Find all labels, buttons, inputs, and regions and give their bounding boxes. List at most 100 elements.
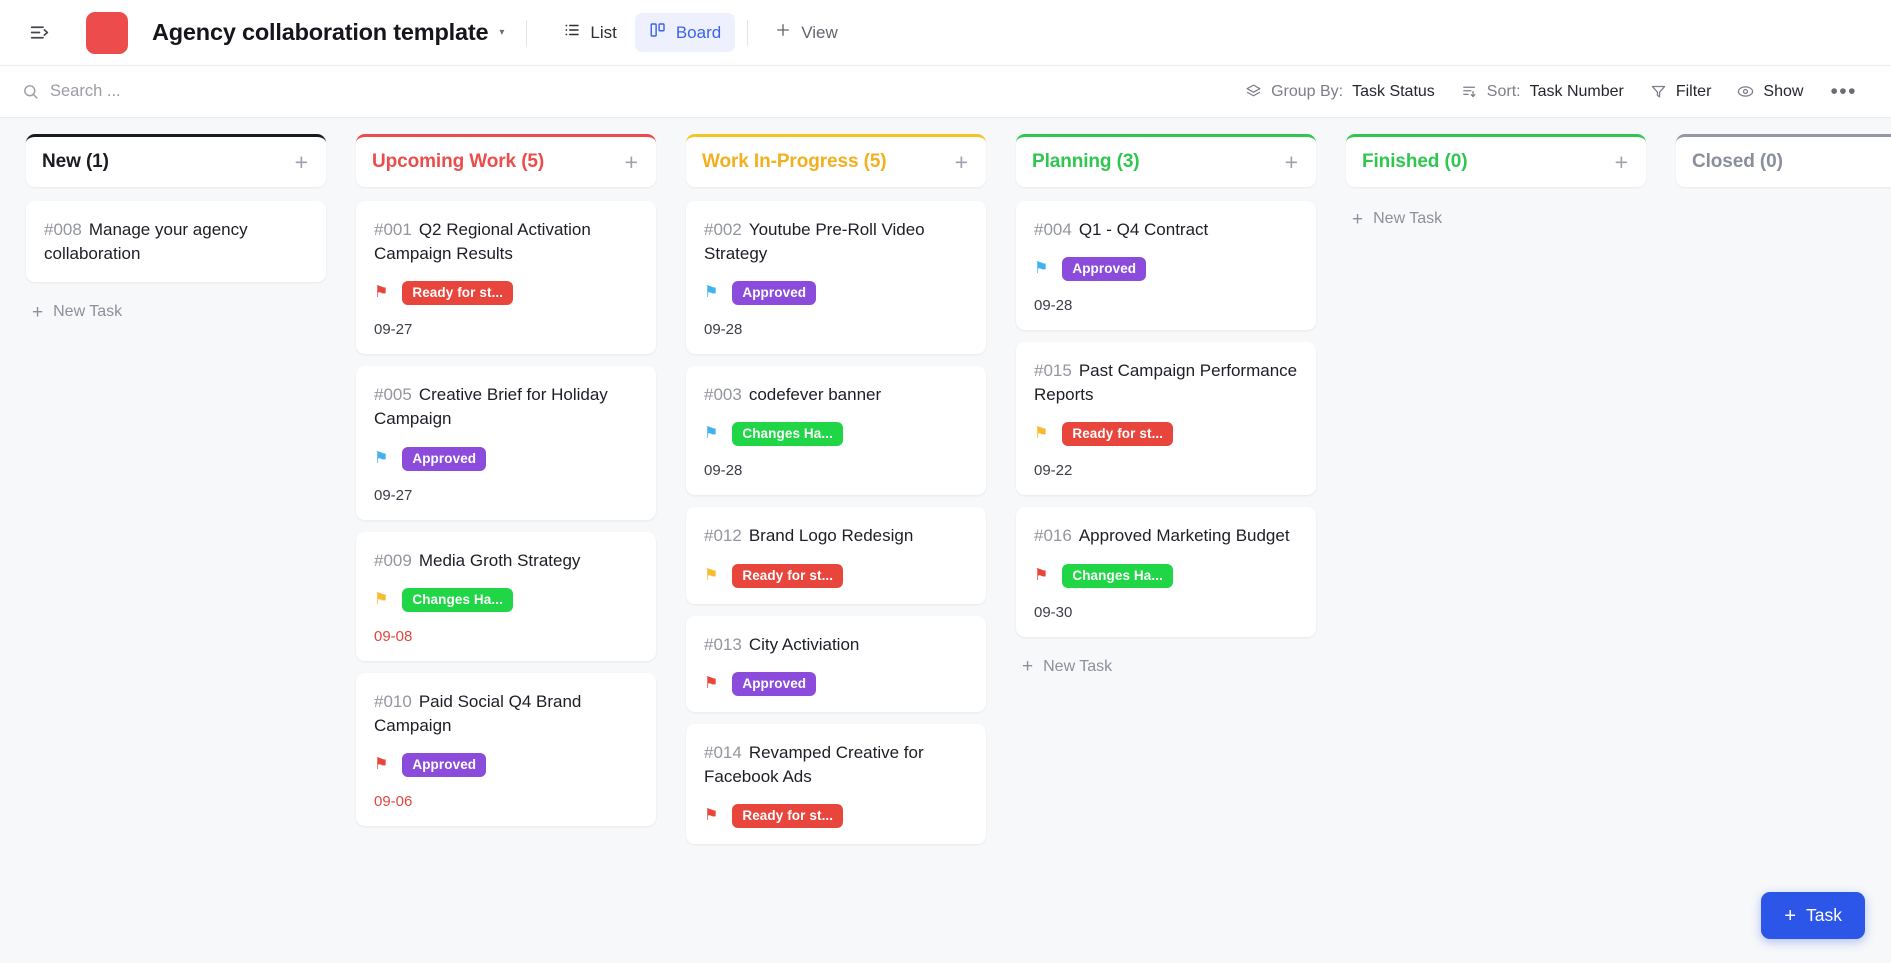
task-card[interactable]: #016Approved Marketing Budget ⚑ Changes Ha… <box>1016 507 1316 636</box>
task-number: #012 <box>704 526 742 545</box>
task-due-date[interactable]: 09-27 <box>374 321 638 338</box>
status-badge[interactable]: Ready for st... <box>402 281 513 305</box>
column-add-icon[interactable]: + <box>1283 154 1300 170</box>
column-header[interactable]: Upcoming Work (5)+ <box>356 134 656 187</box>
group-by-button[interactable]: Group By: Task Status <box>1234 76 1446 108</box>
task-card[interactable]: #005Creative Brief for Holiday Campaign⚑… <box>356 366 656 519</box>
column-header[interactable]: New (1)+ <box>26 134 326 187</box>
task-due-date[interactable]: 09-08 <box>374 628 638 645</box>
board-toolbar: Group By: Task Status Sort: Task Number <box>0 66 1891 118</box>
task-card-meta: ⚑ Ready for st... <box>374 281 638 305</box>
board-columns: New (1)+ #008Manage your agency collabora… <box>0 134 1891 963</box>
priority-flag-icon[interactable]: ⚑ <box>704 808 718 824</box>
priority-flag-icon[interactable]: ⚑ <box>1034 261 1048 277</box>
column-add-icon[interactable]: + <box>293 154 310 170</box>
sort-button[interactable]: Sort: Task Number <box>1450 76 1635 108</box>
column-body: #008Manage your agency collaboration +New… <box>26 201 326 330</box>
task-card-title: #016Approved Marketing Budget <box>1034 524 1298 548</box>
priority-flag-icon[interactable]: ⚑ <box>1034 568 1048 584</box>
plus-icon <box>774 21 792 44</box>
sort-label: Sort: <box>1487 83 1521 101</box>
task-card[interactable]: #012Brand Logo Redesign⚑Ready for st... <box>686 507 986 603</box>
filter-button[interactable]: Filter <box>1639 76 1723 108</box>
task-card[interactable]: #009Media Groth Strategy⚑Changes Ha...09… <box>356 532 656 661</box>
new-task-button[interactable]: +New Task <box>26 294 326 330</box>
priority-flag-icon[interactable]: ⚑ <box>374 592 388 608</box>
task-title-text: Media Groth Strategy <box>419 551 581 570</box>
task-due-date[interactable]: 09-06 <box>374 793 638 810</box>
add-view-button[interactable]: View <box>760 13 852 52</box>
status-badge[interactable]: Changes Ha... <box>402 588 513 612</box>
board-column: Finished (0) + +New Task <box>1346 134 1646 237</box>
task-title-text: codefever banner <box>749 385 881 404</box>
task-card[interactable]: #010Paid Social Q4 Brand Campaign⚑Approv… <box>356 673 656 826</box>
task-card[interactable]: #014Revamped Creative for Facebook Ads ⚑ R… <box>686 724 986 844</box>
column-header[interactable]: Closed (0)+ <box>1676 134 1891 187</box>
task-card-title: #014Revamped Creative for Facebook Ads <box>704 741 968 789</box>
task-card[interactable]: #015Past Campaign Performance Reports⚑Re… <box>1016 342 1316 495</box>
priority-flag-icon[interactable]: ⚑ <box>704 285 718 301</box>
search-icon <box>22 83 39 100</box>
chevron-down-icon[interactable]: ▾ <box>499 27 504 38</box>
task-card-title: #013City Activiation <box>704 633 968 657</box>
status-badge[interactable]: Ready for st... <box>732 564 843 588</box>
task-due-date[interactable]: 09-28 <box>704 321 968 338</box>
status-badge[interactable]: Ready for st... <box>1062 422 1173 446</box>
task-due-date[interactable]: 09-28 <box>1034 297 1298 314</box>
status-badge[interactable]: Ready for st... <box>732 804 843 828</box>
task-card[interactable]: #013City Activiation ⚑ Approved <box>686 616 986 712</box>
sidebar-collapse-icon[interactable] <box>22 16 56 50</box>
task-card[interactable]: #003codefever banner⚑Changes Ha...09-28 <box>686 366 986 495</box>
search-input[interactable] <box>50 82 310 101</box>
column-header[interactable]: Work In-Progress (5)+ <box>686 134 986 187</box>
show-button[interactable]: Show <box>1726 76 1814 108</box>
status-badge[interactable]: Approved <box>402 753 486 777</box>
divider <box>747 20 748 46</box>
column-add-icon[interactable]: + <box>953 154 970 170</box>
priority-flag-icon[interactable]: ⚑ <box>704 676 718 692</box>
status-badge[interactable]: Approved <box>732 281 816 305</box>
status-badge[interactable]: Approved <box>402 447 486 471</box>
tab-list[interactable]: List <box>549 13 630 52</box>
status-badge[interactable]: Approved <box>732 672 816 696</box>
task-due-date[interactable]: 09-22 <box>1034 462 1298 479</box>
tab-board[interactable]: Board <box>635 13 735 52</box>
column-add-icon[interactable]: + <box>1613 154 1630 170</box>
column-header[interactable]: Planning (3)+ <box>1016 134 1316 187</box>
task-card[interactable]: #001Q2 Regional Activation Campaign Resu… <box>356 201 656 354</box>
new-task-button[interactable]: +New Task <box>1346 201 1646 237</box>
column-body: #004Q1 - Q4 Contract⚑Approved09-28#015Pa… <box>1016 201 1316 685</box>
column-title: Finished (0) <box>1362 151 1467 173</box>
add-view-label: View <box>801 23 838 43</box>
status-badge[interactable]: Approved <box>1062 257 1146 281</box>
column-header[interactable]: Finished (0) + <box>1346 134 1646 187</box>
task-card[interactable]: #008Manage your agency collaboration <box>26 201 326 282</box>
task-card-meta: ⚑ Ready for st... <box>704 804 968 828</box>
task-card[interactable]: #004Q1 - Q4 Contract⚑Approved09-28 <box>1016 201 1316 330</box>
priority-flag-icon[interactable]: ⚑ <box>374 285 388 301</box>
priority-flag-icon[interactable]: ⚑ <box>374 451 388 467</box>
priority-flag-icon[interactable]: ⚑ <box>704 568 718 584</box>
column-add-icon[interactable]: + <box>623 154 640 170</box>
priority-flag-icon[interactable]: ⚑ <box>374 757 388 773</box>
task-due-date[interactable]: 09-30 <box>1034 604 1298 621</box>
status-badge[interactable]: Changes Ha... <box>1062 564 1173 588</box>
more-options-icon[interactable]: ••• <box>1818 79 1869 105</box>
task-card[interactable]: #002Youtube Pre-Roll Video Strategy⚑Appr… <box>686 201 986 354</box>
task-card-meta: ⚑ Approved <box>704 672 968 696</box>
task-number: #002 <box>704 220 742 239</box>
task-number: #005 <box>374 385 412 404</box>
new-task-button[interactable]: +New Task <box>1016 649 1316 685</box>
task-number: #015 <box>1034 361 1072 380</box>
board-column: New (1)+ #008Manage your agency collabora… <box>26 134 326 330</box>
add-task-fab[interactable]: + Task <box>1761 892 1865 939</box>
task-due-date[interactable]: 09-27 <box>374 487 638 504</box>
priority-flag-icon[interactable]: ⚑ <box>1034 426 1048 442</box>
priority-flag-icon[interactable]: ⚑ <box>704 426 718 442</box>
list-icon <box>563 21 581 44</box>
task-due-date[interactable]: 09-28 <box>704 462 968 479</box>
sort-icon <box>1461 83 1478 100</box>
tab-list-label: List <box>590 23 616 43</box>
status-badge[interactable]: Changes Ha... <box>732 422 843 446</box>
search-box[interactable] <box>22 82 310 101</box>
